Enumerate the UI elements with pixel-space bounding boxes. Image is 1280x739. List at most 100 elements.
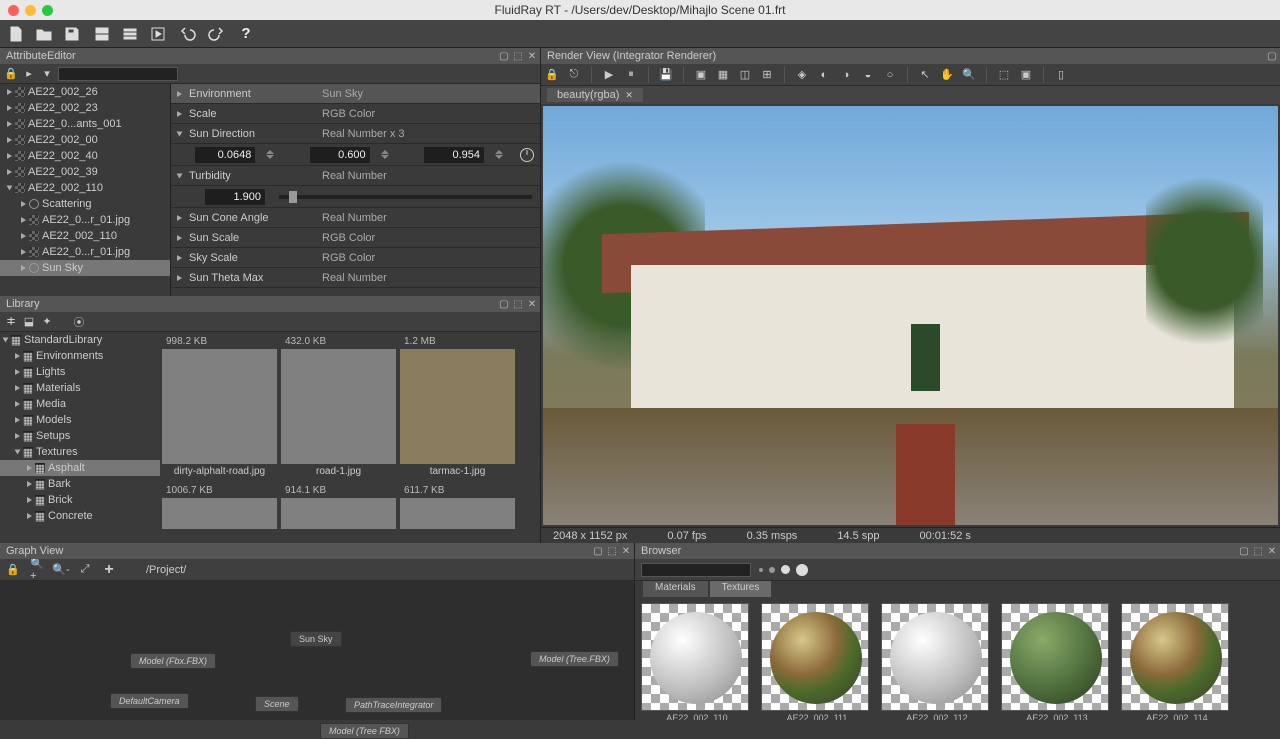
panel-max-icon[interactable]: ▢ (498, 50, 510, 62)
settings-icon[interactable] (120, 24, 140, 44)
tree-item[interactable]: Sun Sky (0, 260, 170, 276)
crop-icon[interactable]: ▣ (1019, 68, 1033, 82)
expand-icon[interactable]: ▸ (22, 67, 36, 81)
spinner-icon[interactable] (261, 148, 279, 162)
tree-item[interactable]: AE22_002_40 (0, 148, 170, 164)
number-input[interactable] (424, 147, 484, 163)
lock-icon[interactable]: 🔒 (6, 563, 20, 577)
layout-icon[interactable] (92, 24, 112, 44)
tree-item[interactable]: AE22_002_23 (0, 100, 170, 116)
undo-icon[interactable] (178, 24, 198, 44)
panel-max-icon[interactable]: ▢ (498, 298, 510, 310)
graph-node[interactable]: Model (Fbx.FBX) (130, 653, 216, 669)
tree-item[interactable]: AE22_0...r_01.jpg (0, 244, 170, 260)
library-tree-item[interactable]: ▦Bark (0, 476, 160, 492)
graph-canvas[interactable]: Sun Sky Model (Fbx.FBX) Model (Tree.FBX) De… (0, 581, 634, 720)
channel-g-icon[interactable]: ◒ (861, 68, 875, 82)
property-row[interactable]: Sun Theta MaxReal Number (171, 268, 540, 288)
graph-node[interactable]: DefaultCamera (110, 693, 189, 709)
add-node-icon[interactable]: + (102, 563, 116, 577)
library-tree-item[interactable]: ▦Brick (0, 492, 160, 508)
library-tree-item[interactable]: ▦Concrete (0, 508, 160, 524)
panel-pin-icon[interactable]: ⬚ (512, 50, 524, 62)
tree-item[interactable]: AE22_002_110 (0, 228, 170, 244)
save-render-icon[interactable]: 💾 (659, 68, 673, 82)
texture-thumbnail[interactable]: 1.2 MBtarmac-1.jpg (400, 334, 515, 479)
tree-item[interactable]: AE22_002_00 (0, 132, 170, 148)
pan-icon[interactable]: ✋ (940, 68, 954, 82)
window-minimize-button[interactable] (25, 5, 36, 16)
tree-item[interactable]: AE22_002_110 (0, 180, 170, 196)
property-row[interactable]: Sun Cone AngleReal Number (171, 208, 540, 228)
library-tree-item[interactable]: ▦Materials (0, 380, 160, 396)
library-thumbnails[interactable]: 998.2 KBdirty-alphalt-road.jpg432.0 KBro… (160, 332, 540, 529)
library-tree-item[interactable]: ▦Environments (0, 348, 160, 364)
browser-grid[interactable]: AE22_002_110AE22_002_111AE22_002_112AE22… (635, 597, 1280, 720)
zoom-fit-icon[interactable]: ⤢ (78, 563, 92, 577)
lib-tool-1-icon[interactable]: ⵐ (4, 315, 18, 329)
redo-icon[interactable] (206, 24, 226, 44)
play-icon[interactable] (148, 24, 168, 44)
panel-pin-icon[interactable]: ⬚ (1252, 545, 1264, 557)
library-tree-item[interactable]: ▦Textures (0, 444, 160, 460)
material-thumbnail[interactable]: AE22_002_113 (1001, 603, 1113, 714)
property-row[interactable]: Sun ScaleRGB Color (171, 228, 540, 248)
attribute-filter-input[interactable] (58, 67, 178, 81)
property-row[interactable]: TurbidityReal Number (171, 166, 540, 186)
zoom-in-icon[interactable]: 🔍+ (30, 563, 44, 577)
share-icon[interactable]: ⦿ (72, 315, 86, 329)
panel-close-icon[interactable]: ✕ (526, 50, 538, 62)
channel-r-icon[interactable]: ◑ (839, 68, 853, 82)
overlay-icon[interactable]: ◈ (795, 68, 809, 82)
view-grid-icon[interactable]: ▦ (716, 68, 730, 82)
property-row[interactable]: Sun DirectionReal Number x 3 (171, 124, 540, 144)
library-tree-item[interactable]: ▦Lights (0, 364, 160, 380)
panel-close-icon[interactable]: ✕ (1266, 545, 1278, 557)
graph-node[interactable]: Model (Tree.FBX) (530, 651, 619, 667)
texture-thumbnail[interactable]: 611.7 KB (400, 483, 515, 529)
play-icon[interactable]: ▶ (602, 68, 616, 82)
library-tree[interactable]: ▦StandardLibrary▦Environments▦Lights▦Mat… (0, 332, 160, 529)
library-tree-item[interactable]: ▦Media (0, 396, 160, 412)
lock-icon[interactable]: 🔒 (4, 67, 18, 81)
browser-tab[interactable]: Materials (643, 581, 708, 597)
graph-node[interactable]: Sun Sky (290, 631, 342, 647)
filter-icon[interactable]: ▾ (40, 67, 54, 81)
window-maximize-button[interactable] (42, 5, 53, 16)
graph-node[interactable]: Scene (255, 696, 299, 712)
close-tab-icon[interactable]: ✕ (625, 90, 633, 101)
library-tree-item[interactable]: ▦Asphalt (0, 460, 160, 476)
clock-icon[interactable] (520, 148, 534, 162)
lib-tool-2-icon[interactable]: ⬓ (22, 315, 36, 329)
scene-tree[interactable]: AE22_002_26AE22_002_23AE22_0...ants_001A… (0, 84, 170, 296)
render-viewport[interactable] (543, 106, 1278, 525)
tree-item[interactable]: AE22_0...r_01.jpg (0, 212, 170, 228)
graph-node[interactable]: Model (Tree FBX) (320, 723, 409, 739)
texture-thumbnail[interactable]: 1006.7 KB (162, 483, 277, 529)
property-row[interactable]: ScaleRGB Color (171, 104, 540, 124)
exposure-icon[interactable]: ◐ (817, 68, 831, 82)
view-quad-icon[interactable]: ⊞ (760, 68, 774, 82)
zoom-icon[interactable]: 🔍 (962, 68, 976, 82)
material-thumbnail[interactable]: AE22_002_110 (641, 603, 753, 714)
lib-tool-3-icon[interactable]: ✦ (40, 315, 54, 329)
property-row[interactable]: Sky ScaleRGB Color (171, 248, 540, 268)
view-single-icon[interactable]: ▣ (694, 68, 708, 82)
tree-item[interactable]: AE22_0...ants_001 (0, 116, 170, 132)
number-input[interactable] (205, 189, 265, 205)
view-split-icon[interactable]: ◫ (738, 68, 752, 82)
panel-pin-icon[interactable]: ⬚ (606, 545, 618, 557)
panel-close-icon[interactable]: ✕ (526, 298, 538, 310)
zoom-out-icon[interactable]: 🔍- (54, 563, 68, 577)
lock-icon[interactable]: 🔒 (545, 68, 559, 82)
panel-max-icon[interactable]: ▢ (1238, 545, 1250, 557)
spinner-icon[interactable] (376, 148, 394, 162)
number-input[interactable] (310, 147, 370, 163)
panel-pin-icon[interactable]: ⬚ (512, 298, 524, 310)
open-file-icon[interactable] (34, 24, 54, 44)
browser-search-input[interactable] (641, 563, 751, 577)
material-thumbnail[interactable]: AE22_002_111 (761, 603, 873, 714)
tree-item[interactable]: AE22_002_39 (0, 164, 170, 180)
thumbnail-size-selector[interactable] (759, 564, 808, 576)
cursor-icon[interactable]: ↖ (918, 68, 932, 82)
